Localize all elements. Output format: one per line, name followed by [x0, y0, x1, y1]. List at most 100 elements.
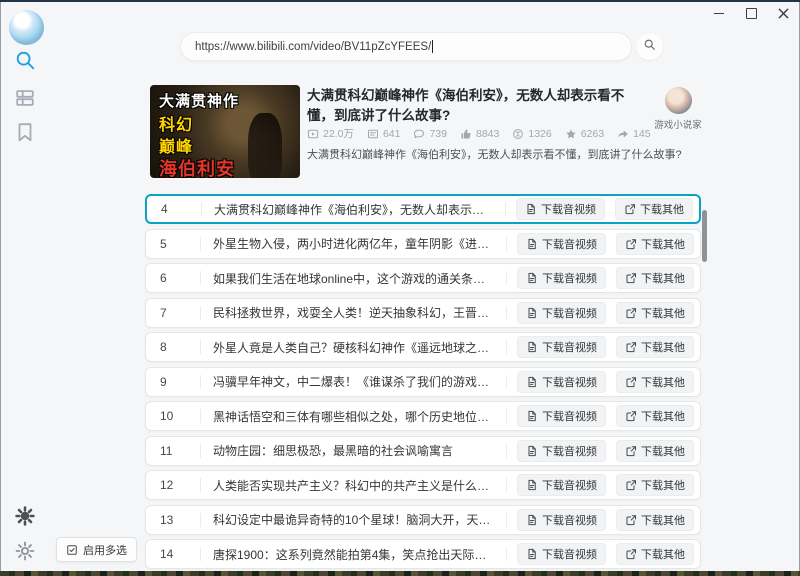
row-index: 11 [146, 444, 200, 458]
download-other-button[interactable]: 下载其他 [616, 302, 694, 324]
divider [200, 513, 201, 527]
download-other-button[interactable]: 下载其他 [616, 440, 694, 462]
file-icon [526, 341, 538, 353]
file-icon [526, 479, 538, 491]
divider [200, 237, 201, 251]
video-list-item[interactable]: 7 民科拯救世界，戏耍全人类！逆天抽象科幻，王晋康《逃离母宇宙》 下载音视频 下… [145, 298, 701, 328]
row-title: 动物庄园：细思极恐，最黑暗的社会讽喻寓言 [213, 442, 496, 459]
bookmark-icon[interactable] [14, 121, 36, 143]
download-av-button[interactable]: 下载音视频 [517, 302, 606, 324]
uploader-avatar [665, 87, 692, 114]
thumbnail-text-line: 海伯利安 [159, 155, 235, 178]
file-icon [526, 445, 538, 457]
row-title: 民科拯救世界，戏耍全人类！逆天抽象科幻，王晋康《逃离母宇宙》 [213, 304, 496, 321]
url-input[interactable]: https://www.bilibili.com/video/BV11pZcYF… [180, 32, 632, 61]
download-av-button[interactable]: 下载音视频 [517, 405, 606, 427]
download-other-button[interactable]: 下载其他 [615, 198, 693, 220]
file-icon [526, 410, 538, 422]
url-search-button[interactable] [636, 33, 663, 60]
video-stats: 22.0万 641 739 8843 1326 6263 145 [307, 126, 651, 141]
row-index: 7 [146, 306, 200, 320]
play-icon [307, 128, 319, 140]
divider [506, 271, 507, 285]
minimize-icon [714, 13, 724, 14]
row-title: 外星人竟是人类自己？硬核科幻神作《遥远地球之歌》 [213, 339, 496, 356]
stat-item: 6263 [565, 128, 604, 140]
video-list-item[interactable]: 9 冯骥早年神文，中二爆表！《谁谋杀了我们的游戏》——资本！ 下载音视频 下载其… [145, 367, 701, 397]
url-text: https://www.bilibili.com/video/BV11pZcYF… [195, 41, 431, 53]
download-other-button[interactable]: 下载其他 [616, 509, 694, 531]
favorite-icon [565, 128, 577, 140]
download-other-button[interactable]: 下载其他 [616, 405, 694, 427]
download-other-button[interactable]: 下载其他 [616, 336, 694, 358]
download-av-button[interactable]: 下载音视频 [517, 509, 606, 531]
video-list-item[interactable]: 5 外星生物入侵，两小时进化两亿年，童年阴影《进化危机》洗发水拯救世界！ 下载音… [145, 229, 701, 259]
row-index: 12 [146, 478, 200, 492]
download-other-button[interactable]: 下载其他 [616, 371, 694, 393]
video-list-item[interactable]: 14 唐探1900：这系列竟然能拍第4集，笑点抢出天际，但是中印联合反美 下载音… [145, 539, 701, 569]
video-list-item[interactable]: 10 黑神话悟空和三体有哪些相似之处，哪个历史地位更高？ 下载音视频 下载其他 [145, 401, 701, 431]
text-caret [432, 40, 433, 53]
stat-item: 8843 [460, 128, 499, 140]
close-button[interactable] [774, 4, 792, 22]
export-icon [625, 238, 637, 250]
download-other-button[interactable]: 下载其他 [616, 267, 694, 289]
download-other-button[interactable]: 下载其他 [616, 474, 694, 496]
download-other-button[interactable]: 下载其他 [616, 543, 694, 565]
export-icon [625, 341, 637, 353]
export-icon [625, 307, 637, 319]
stat-item: 145 [617, 128, 651, 140]
row-title: 唐探1900：这系列竟然能拍第4集，笑点抢出天际，但是中印联合反美 [213, 546, 496, 563]
video-list-item[interactable]: 8 外星人竟是人类自己？硬核科幻神作《遥远地球之歌》 下载音视频 下载其他 [145, 332, 701, 362]
app-window: https://www.bilibili.com/video/BV11pZcYF… [0, 0, 800, 576]
magnifier-icon [643, 38, 656, 56]
divider [200, 444, 201, 458]
file-icon [526, 238, 538, 250]
divider [201, 202, 202, 216]
video-list-item[interactable]: 12 人类能否实现共产主义？科幻中的共产主义是什么样子？ 下载音视频 下载其他 [145, 470, 701, 500]
file-icon [526, 376, 538, 388]
scrollbar-thumb[interactable] [702, 210, 707, 262]
video-description: 大满贯科幻巅峰神作《海伯利安》，无数人却表示看不懂，到底讲了什么故事? [307, 146, 707, 162]
download-av-button[interactable]: 下载音视频 [517, 233, 606, 255]
file-icon [526, 548, 538, 560]
download-other-button[interactable]: 下载其他 [616, 233, 694, 255]
download-av-button[interactable]: 下载音视频 [517, 267, 606, 289]
divider [506, 340, 507, 354]
share-icon [617, 128, 629, 140]
divider [200, 547, 201, 561]
desktop-edge [0, 571, 800, 576]
divider [506, 478, 507, 492]
theme-gear-icon[interactable] [14, 505, 36, 527]
maximize-button[interactable] [742, 4, 760, 22]
file-icon [525, 203, 537, 215]
row-title: 外星生物入侵，两小时进化两亿年，童年阴影《进化危机》洗发水拯救世界！ [213, 235, 496, 252]
video-list-item[interactable]: 4 大满贯科幻巅峰神作《海伯利安》，无数人却表示看不懂，到底讲了什么故... 下… [145, 194, 701, 224]
enable-multiselect-button[interactable]: 启用多选 [56, 537, 137, 562]
download-av-button[interactable]: 下载音视频 [517, 440, 606, 462]
uploader-name: 游戏小说家 [648, 117, 708, 131]
row-index: 10 [146, 409, 200, 423]
file-icon [526, 307, 538, 319]
download-av-button[interactable]: 下载音视频 [516, 198, 605, 220]
video-list-item[interactable]: 6 如果我们生活在地球online中，这个游戏的通关条件是什么？ 下载音视频 下… [145, 263, 701, 293]
row-title: 大满贯科幻巅峰神作《海伯利安》，无数人却表示看不懂，到底讲了什么故... [214, 201, 495, 218]
row-title: 冯骥早年神文，中二爆表！《谁谋杀了我们的游戏》——资本！ [213, 373, 496, 390]
export-icon [625, 272, 637, 284]
video-thumbnail[interactable]: 大满贯神作科幻巅峰海伯利安 [150, 85, 300, 178]
app-logo [9, 10, 44, 45]
download-av-button[interactable]: 下载音视频 [517, 371, 606, 393]
download-av-button[interactable]: 下载音视频 [517, 543, 606, 565]
thumbnail-text-line: 科幻 [159, 111, 193, 135]
close-icon [778, 8, 789, 19]
minimize-button[interactable] [710, 4, 728, 22]
export-icon [625, 445, 637, 457]
video-list-item[interactable]: 11 动物庄园：细思极恐，最黑暗的社会讽喻寓言 下载音视频 下载其他 [145, 436, 701, 466]
cards-icon[interactable] [14, 87, 36, 109]
uploader[interactable]: 游戏小说家 [648, 87, 708, 131]
search-icon[interactable] [14, 49, 36, 71]
settings-gear-icon[interactable] [14, 540, 36, 562]
download-av-button[interactable]: 下载音视频 [517, 336, 606, 358]
download-av-button[interactable]: 下载音视频 [517, 474, 606, 496]
video-list-item[interactable]: 13 科幻设定中最诡异奇特的10个星球！脑洞大开，天马行空！ 下载音视频 下载其… [145, 505, 701, 535]
